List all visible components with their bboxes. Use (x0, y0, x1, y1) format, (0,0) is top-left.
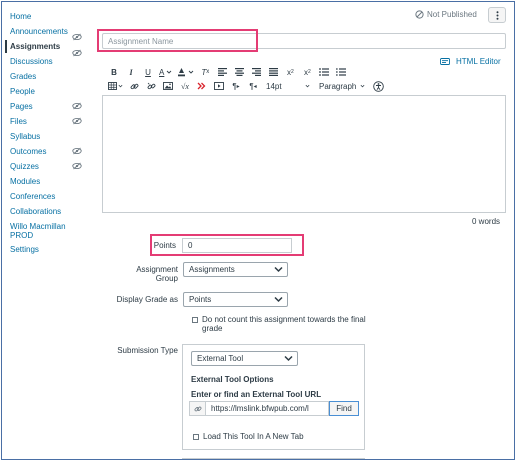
sidebar-item-discussions[interactable]: Discussions (10, 57, 53, 66)
word-count: 0 words (472, 217, 501, 226)
bold-icon[interactable]: B (108, 66, 120, 78)
sidebar-item-syllabus[interactable]: Syllabus (10, 132, 40, 141)
external-tool-options-title: External Tool Options (191, 375, 274, 384)
hidden-eye-icon (72, 102, 82, 110)
highlight-box-name (97, 29, 258, 52)
sidebar-item-grades[interactable]: Grades (10, 72, 36, 81)
underline-icon[interactable]: U (142, 66, 154, 78)
sidebar-item-settings[interactable]: Settings (10, 245, 39, 254)
media-icon[interactable] (196, 80, 208, 92)
rich-text-editor-area[interactable] (102, 95, 506, 213)
sidebar-item-conferences[interactable]: Conferences (10, 192, 55, 201)
chevron-down-icon (274, 266, 283, 273)
chevron-down-icon (284, 355, 293, 362)
external-tool-url-field[interactable]: https://lmslink.bfwpub.com/l (189, 401, 329, 416)
sidebar-item-people[interactable]: People (10, 87, 35, 96)
sidebar-item-collaborations[interactable]: Collaborations (10, 207, 61, 216)
hidden-eye-icon (72, 33, 82, 41)
sidebar-item-announcements[interactable]: Announcements (10, 27, 68, 36)
assignment-group-value: Assignments (189, 265, 235, 274)
sidebar-item-outcomes[interactable]: Outcomes (10, 147, 46, 156)
hidden-eye-icon (72, 49, 82, 57)
text-color-icon[interactable]: A (159, 66, 172, 78)
table-icon[interactable] (108, 80, 123, 92)
block-format-value: Paragraph (319, 81, 357, 91)
align-justify-icon[interactable] (267, 66, 279, 78)
submission-type-label: Submission Type (117, 346, 178, 355)
final-grade-checkbox[interactable] (192, 317, 198, 323)
clear-formatting-icon[interactable]: Tx (199, 66, 211, 78)
find-button[interactable]: Find (329, 401, 359, 416)
options-menu-button[interactable] (488, 7, 506, 23)
align-right-icon[interactable] (250, 66, 262, 78)
html-editor-toggle[interactable]: HTML Editor (440, 57, 501, 66)
external-tool-url-value: https://lmslink.bfwpub.com/l (211, 404, 309, 413)
align-center-icon[interactable] (233, 66, 245, 78)
assignment-group-label: Assignment Group (136, 265, 178, 283)
link-icon (190, 402, 206, 415)
highlight-box-points (150, 234, 304, 256)
sidebar-item-files[interactable]: Files (10, 117, 27, 126)
bullet-list-icon[interactable] (318, 66, 330, 78)
status-text: Not Published (427, 10, 477, 19)
sidebar-item-modules[interactable]: Modules (10, 177, 40, 186)
accessibility-icon[interactable] (372, 80, 384, 92)
rtl-icon[interactable]: ¶ ◂ (247, 80, 259, 92)
editor-toolbar-row-2: √x ¶ ▸ ¶ ◂ 14pt Paragraph (108, 80, 389, 92)
course-nav: Home Announcements Assignments Discussio… (2, 2, 86, 459)
new-tab-checkbox-label: Load This Tool In A New Tab (203, 432, 304, 441)
final-grade-checkbox-label: Do not count this assignment towards the… (202, 315, 366, 333)
align-left-icon[interactable] (216, 66, 228, 78)
submission-type-select[interactable]: External Tool (191, 351, 298, 366)
sidebar-item-quizzes[interactable]: Quizzes (10, 162, 39, 171)
unlink-icon[interactable] (145, 80, 157, 92)
italic-icon[interactable]: I (125, 66, 137, 78)
block-format-select[interactable]: Paragraph (319, 80, 365, 92)
sidebar-item-home[interactable]: Home (10, 12, 31, 21)
display-grade-value: Points (189, 295, 212, 304)
background-color-icon[interactable] (177, 66, 194, 78)
publish-status[interactable]: Not Published (415, 10, 477, 19)
editor-toolbar-row-1: B I U A Tx x2 x2 (108, 66, 352, 78)
ltr-icon[interactable]: ¶ ▸ (230, 80, 242, 92)
display-grade-label: Display Grade as (116, 295, 178, 304)
assignment-group-select[interactable]: Assignments (183, 262, 288, 277)
submission-type-value: External Tool (197, 354, 244, 363)
display-grade-select[interactable]: Points (183, 292, 288, 307)
external-tool-url-label: Enter or find an External Tool URL (191, 390, 322, 399)
subscript-icon[interactable]: x2 (301, 66, 313, 78)
font-size-select[interactable]: 14pt (266, 80, 310, 92)
numbered-list-icon[interactable] (335, 66, 347, 78)
new-tab-checkbox[interactable] (193, 434, 199, 440)
sidebar-item-pages[interactable]: Pages (10, 102, 33, 111)
image-icon[interactable] (162, 80, 174, 92)
sidebar-item-willo-macmillan[interactable]: Willo Macmillan PROD (10, 222, 80, 240)
html-editor-icon (440, 58, 450, 65)
hidden-eye-icon (72, 117, 82, 125)
kebab-icon (496, 10, 498, 20)
math-icon[interactable]: √x (179, 80, 191, 92)
sidebar-item-assignments[interactable]: Assignments (4, 40, 60, 53)
link-icon[interactable] (128, 80, 140, 92)
font-size-value: 14pt (266, 81, 282, 91)
superscript-icon[interactable]: x2 (284, 66, 296, 78)
not-published-icon (415, 10, 424, 19)
embed-icon[interactable] (213, 80, 225, 92)
canvas-window: Home Announcements Assignments Discussio… (1, 1, 515, 460)
html-editor-label: HTML Editor (456, 57, 501, 66)
hidden-eye-icon (72, 147, 82, 155)
next-field-box (182, 458, 365, 459)
chevron-down-icon (274, 296, 283, 303)
hidden-eye-icon (72, 162, 82, 170)
external-tool-options-box: External Tool External Tool Options Ente… (182, 344, 365, 450)
